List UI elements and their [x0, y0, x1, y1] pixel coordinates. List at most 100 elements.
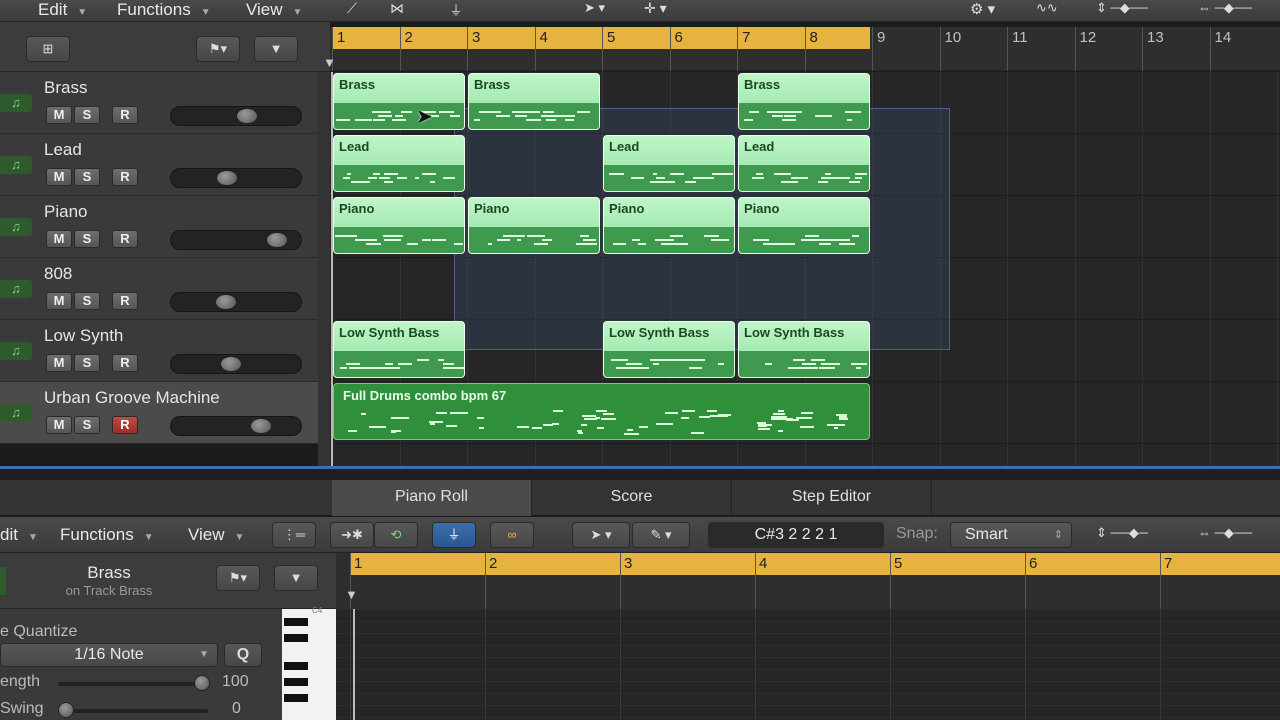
link-icon[interactable]: ∞ [490, 522, 534, 548]
volume-fader[interactable] [170, 230, 302, 250]
piano-black-key[interactable] [284, 662, 308, 670]
add-track-button[interactable]: ⊞ [26, 36, 70, 62]
volume-knob[interactable] [215, 294, 237, 310]
midi-region[interactable]: Piano [333, 197, 465, 254]
volume-fader[interactable] [170, 168, 302, 188]
vertical-zoom-slider[interactable]: ⇕ ─◆── [1096, 0, 1176, 20]
volume-knob[interactable] [220, 356, 242, 372]
midi-region[interactable]: Low Synth Bass [333, 321, 465, 378]
track-header[interactable]: ♫ Piano M S R [0, 196, 318, 258]
mute-button[interactable]: M [46, 354, 72, 372]
view-menu[interactable]: View ▼ [246, 0, 302, 22]
track-header[interactable]: ♫ Lead M S R [0, 134, 318, 196]
record-enable-button[interactable]: R [112, 354, 138, 372]
tab-step-editor[interactable]: Step Editor [732, 480, 932, 516]
track-flag-button[interactable]: ⚑▾ [196, 36, 240, 62]
piano-black-key[interactable] [284, 634, 308, 642]
editor-playhead-marker[interactable]: ▼ [345, 587, 358, 602]
arrange-area[interactable]: Brass Brass Brass Lead Lead Lead Piano Piano Pia… [330, 72, 1280, 470]
volume-fader[interactable] [170, 292, 302, 312]
editor-pointer-tool-icon[interactable]: ➤ ▾ [572, 522, 630, 548]
quantize-button[interactable]: Q [224, 643, 262, 667]
midi-region[interactable]: Piano [603, 197, 735, 254]
mute-button[interactable]: M [46, 230, 72, 248]
editor-horizontal-zoom-slider[interactable]: ⇔ ─◆── [1198, 525, 1278, 545]
track-name[interactable]: Lead [44, 140, 82, 160]
catch-icon[interactable]: ⏚ [438, 0, 474, 20]
functions-menu[interactable]: Functions ▼ [117, 0, 211, 22]
record-enable-button[interactable]: R [112, 230, 138, 248]
global-tracks-button[interactable]: ▼ [254, 36, 298, 62]
ruler[interactable]: 1 2 3 4 5 6 7 8 9 10 11 12 13 14 ▼ [323, 27, 1280, 71]
volume-knob[interactable] [250, 418, 272, 434]
midi-out-icon[interactable]: ⟲ [374, 522, 418, 548]
solo-button[interactable]: S [74, 416, 100, 434]
record-enable-button[interactable]: R [112, 168, 138, 186]
midi-region[interactable]: Lead [603, 135, 735, 192]
track-name[interactable]: 808 [44, 264, 72, 284]
gear-icon[interactable]: ⚙ ▾ [970, 0, 1006, 20]
volume-knob[interactable] [236, 108, 258, 124]
solo-button[interactable]: S [74, 230, 100, 248]
solo-button[interactable]: S [74, 292, 100, 310]
track-header[interactable]: ♫ Urban Groove Machine M S R [0, 382, 318, 444]
track-name[interactable]: Brass [44, 78, 87, 98]
midi-region[interactable]: Piano [738, 197, 870, 254]
track-header[interactable]: ♫ 808 M S R [0, 258, 318, 320]
track-name[interactable]: Piano [44, 202, 87, 222]
mute-button[interactable]: M [46, 106, 72, 124]
waveform-zoom-icon[interactable]: ∿∿ [1036, 0, 1070, 20]
mute-button[interactable]: M [46, 416, 72, 434]
flex-icon[interactable]: ⋈ [378, 0, 416, 20]
crosshair-tool-icon[interactable]: ✛ ▾ [644, 0, 684, 20]
editor-vertical-zoom-slider[interactable]: ⇕ ──◆─ [1096, 525, 1176, 545]
volume-fader[interactable] [170, 106, 302, 126]
mute-button[interactable]: M [46, 292, 72, 310]
tab-piano-roll[interactable]: Piano Roll [332, 480, 532, 516]
track-name[interactable]: Urban Groove Machine [44, 388, 220, 408]
editor-view-menu[interactable]: View ▼ [188, 525, 244, 547]
editor-flag-button[interactable]: ⚑▾ [216, 565, 260, 591]
record-enable-button[interactable]: R [112, 292, 138, 310]
volume-fader[interactable] [170, 354, 302, 374]
edit-menu[interactable]: Edit ▼ [38, 0, 87, 22]
volume-knob[interactable] [216, 170, 238, 186]
midi-region[interactable]: Full Drums combo bpm 67 [333, 383, 870, 440]
playhead-marker[interactable]: ▼ [323, 55, 336, 70]
midi-region[interactable]: Piano [468, 197, 600, 254]
automation-curve-icon[interactable]: ⟋ [336, 0, 368, 20]
volume-fader[interactable] [170, 416, 302, 436]
midi-region[interactable]: Brass [738, 73, 870, 130]
midi-region[interactable]: Brass [333, 73, 465, 130]
editor-ruler[interactable]: 1 2 3 4 5 6 7 ▼ [336, 553, 1280, 609]
strength-knob[interactable] [194, 675, 210, 691]
midi-region[interactable]: Low Synth Bass [738, 321, 870, 378]
solo-button[interactable]: S [74, 168, 100, 186]
mute-button[interactable]: M [46, 168, 72, 186]
swing-knob[interactable] [58, 702, 74, 718]
solo-button[interactable]: S [74, 106, 100, 124]
volume-knob[interactable] [266, 232, 288, 248]
midi-region[interactable]: Lead [333, 135, 465, 192]
midi-region[interactable]: Brass [468, 73, 600, 130]
editor-edit-menu[interactable]: dit ▼ [0, 525, 38, 547]
pencil-tool-icon[interactable]: ✎ ▾ [632, 522, 690, 548]
snap-select[interactable]: Smart ⇕ [950, 522, 1072, 548]
piano-roll-grid[interactable] [336, 609, 1280, 720]
midi-region[interactable]: Low Synth Bass [603, 321, 735, 378]
local-inspector-icon[interactable]: ⋮═ [272, 522, 316, 548]
track-name[interactable]: Low Synth [44, 326, 123, 346]
quantize-select[interactable]: 1/16 Note ▼ [0, 643, 218, 667]
piano-black-key[interactable] [284, 618, 308, 626]
track-header[interactable]: ♫ Low Synth M S R [0, 320, 318, 382]
catch-playhead-icon[interactable]: ⏚ [432, 522, 476, 548]
piano-black-key[interactable] [284, 678, 308, 686]
pointer-tool-icon[interactable]: ➤ ▾ [584, 0, 620, 20]
record-enable-button[interactable]: R [112, 106, 138, 124]
midi-region[interactable]: Lead [738, 135, 870, 192]
record-enable-button[interactable]: R [112, 416, 138, 434]
tab-score[interactable]: Score [532, 480, 732, 516]
midi-in-icon[interactable]: ➜✱ [330, 522, 374, 548]
editor-collapse-button[interactable]: ▼ [274, 565, 318, 591]
editor-functions-menu[interactable]: Functions ▼ [60, 525, 154, 547]
